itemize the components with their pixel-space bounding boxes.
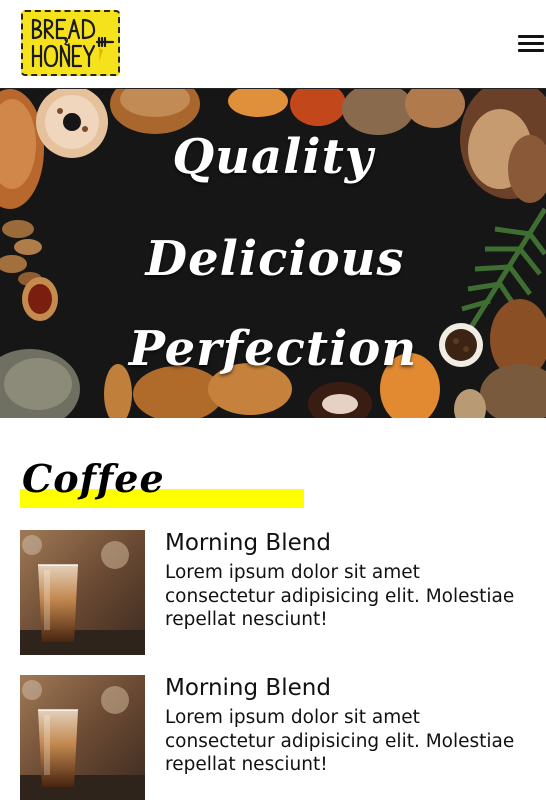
menu-item[interactable]: Morning Blend Lorem ipsum dolor sit amet… [20,530,530,660]
item-name: Morning Blend [165,675,331,701]
hero-banner: Quality Delicious Perfection [0,89,546,418]
menu-item[interactable]: Morning Blend Lorem ipsum dolor sit amet… [20,675,530,805]
item-name: Morning Blend [165,530,331,556]
hero-headline-quality: Quality [172,129,374,185]
menu-bar-bottom [518,49,544,52]
section-heading: Coffee [20,456,320,514]
hero-headline-delicious: Delicious [145,231,405,287]
iced-coffee-image [20,675,145,800]
iced-coffee-image [20,530,145,655]
menu-bar-middle [518,42,544,45]
site-header [0,0,546,89]
section-title-coffee: Coffee [22,456,165,501]
hero-headline-perfection: Perfection [128,321,418,377]
hamburger-menu-icon[interactable] [518,33,544,53]
menu-bar-top [518,35,544,38]
item-description: Lorem ipsum dolor sit amet consectetur a… [165,707,515,775]
item-description: Lorem ipsum dolor sit amet consectetur a… [165,562,515,630]
bread-honey-logo[interactable] [21,10,120,76]
